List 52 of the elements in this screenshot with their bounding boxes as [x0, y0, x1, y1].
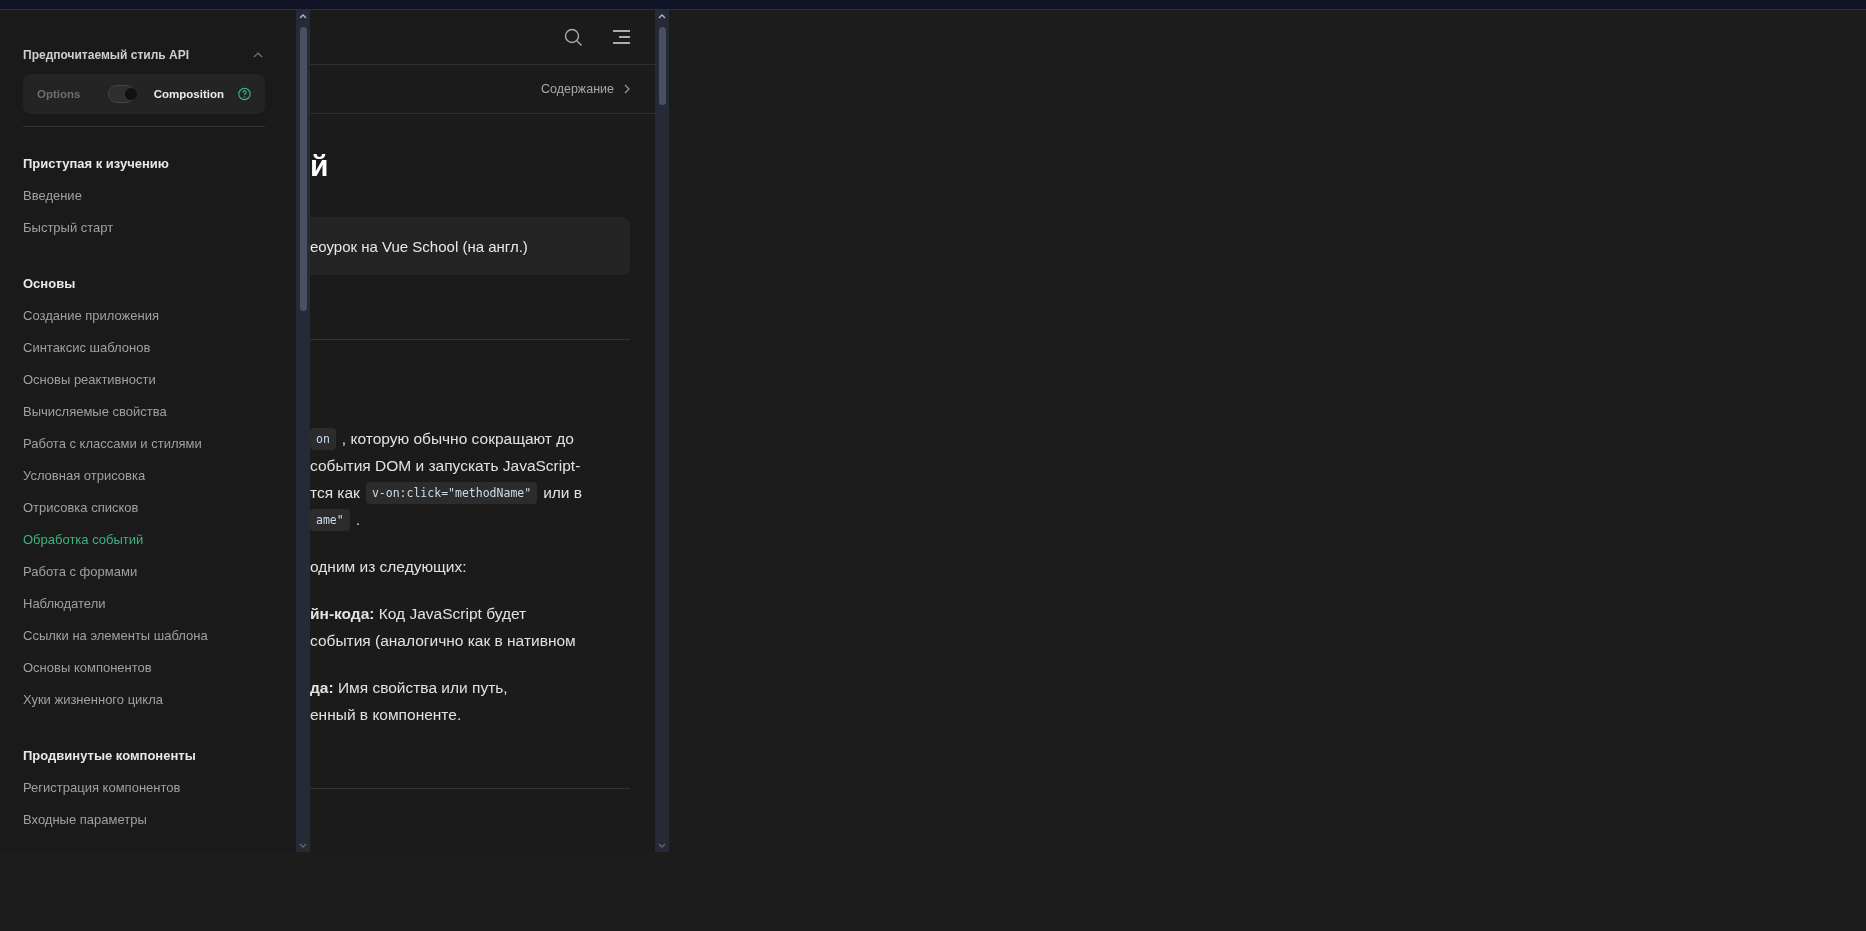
- paragraph-text: события DOM и запускать JavaScript-: [310, 456, 581, 476]
- video-lesson-link[interactable]: еоурок на Vue School (на англ.): [310, 217, 630, 275]
- menu-icon[interactable]: [613, 30, 630, 44]
- paragraph-text: , которую обычно сокращают до: [341, 429, 574, 449]
- scrollbar-thumb[interactable]: [299, 27, 307, 311]
- outline-button[interactable]: Содержание: [540, 82, 630, 96]
- scroll-down-icon[interactable]: [658, 843, 666, 848]
- api-style-title: Предпочитаемый стиль API: [23, 48, 190, 62]
- search-icon[interactable]: [564, 27, 583, 47]
- chevron-up-icon[interactable]: [253, 52, 263, 58]
- nav-link[interactable]: Быстрый старт: [23, 218, 296, 250]
- scrollbar[interactable]: [296, 10, 310, 852]
- nav-section-title: Продвинутые компоненты: [23, 747, 197, 765]
- nav-link[interactable]: Основы компонентов: [23, 658, 296, 690]
- paragraph-text: .: [355, 510, 360, 530]
- scroll-up-icon[interactable]: [658, 14, 666, 19]
- nav-link[interactable]: Работа с классами и стилями: [23, 434, 296, 466]
- scroll-up-icon[interactable]: [299, 14, 307, 19]
- nav-link[interactable]: Обработка событий: [23, 530, 296, 562]
- paragraph-text: да: Имя свойства или путь,: [310, 678, 508, 698]
- inline-code: ame": [310, 508, 350, 531]
- page-title: й: [310, 149, 330, 184]
- api-toggle[interactable]: [108, 85, 135, 103]
- paragraph-text: одним из следующих:: [310, 557, 467, 577]
- nav-link[interactable]: Хуки жизненного цикла: [23, 690, 296, 722]
- paragraph-text: тся как: [310, 483, 360, 503]
- nav-link[interactable]: Введение: [23, 186, 296, 218]
- nav-link[interactable]: Наблюдатели: [23, 594, 296, 626]
- paragraph-text: или в: [543, 483, 583, 503]
- chevron-right-icon: [624, 84, 630, 94]
- nav-link[interactable]: Регистрация компонентов: [23, 778, 296, 810]
- nav-link[interactable]: Ссылки на элементы шаблона: [23, 626, 296, 658]
- nav-link[interactable]: Отрисовка списков: [23, 498, 296, 530]
- composition-label[interactable]: Composition: [153, 88, 225, 100]
- nav-link[interactable]: Условная отрисовка: [23, 466, 296, 498]
- nav-link[interactable]: Основы реактивности: [23, 370, 296, 402]
- paragraph-text: йн-кода: Код JavaScript будет: [310, 604, 527, 624]
- paragraph-text: события (аналогично как в нативном: [310, 631, 576, 651]
- scrollbar[interactable]: [655, 10, 669, 852]
- scroll-down-icon[interactable]: [299, 843, 307, 848]
- scrollbar-thumb[interactable]: [658, 27, 666, 105]
- nav-section-title: Основы: [23, 275, 77, 293]
- paragraph-text: енный в компоненте.: [310, 705, 462, 725]
- nav-link[interactable]: Создание приложения: [23, 306, 296, 338]
- nav-link[interactable]: Вычисляемые свойства: [23, 402, 296, 434]
- nav-section-title: Приступая к изучению: [23, 155, 170, 173]
- nav-link[interactable]: Синтаксис шаблонов: [23, 338, 296, 370]
- inline-code: on: [310, 427, 336, 450]
- nav-link[interactable]: Входные параметры: [23, 810, 296, 842]
- help-icon[interactable]: [238, 86, 251, 102]
- inline-code: v-on:click="methodName": [365, 481, 538, 504]
- nav-link[interactable]: Работа с формами: [23, 562, 296, 594]
